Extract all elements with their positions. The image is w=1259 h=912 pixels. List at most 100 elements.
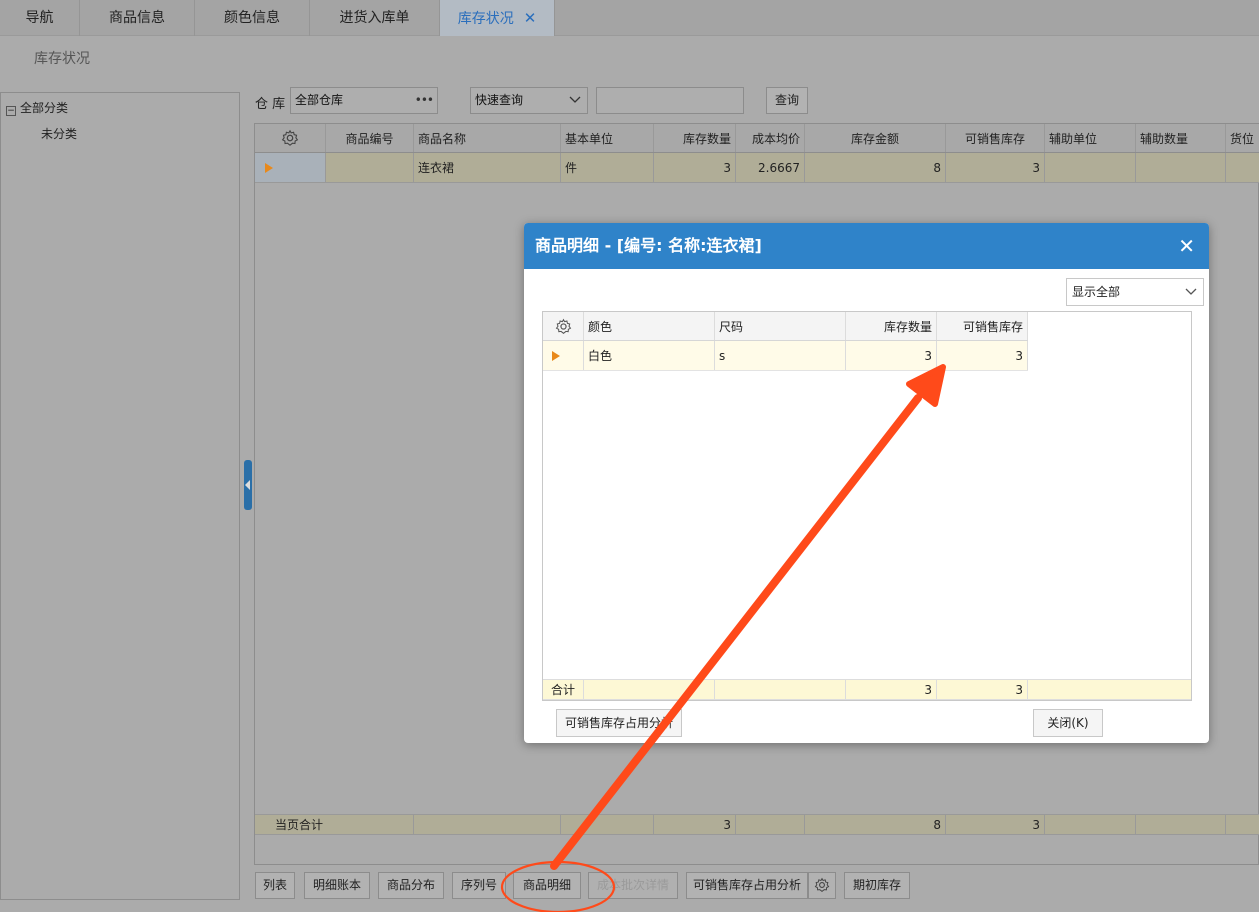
collapse-icon[interactable]: − [6,106,16,116]
footer-label: 合计 [543,680,584,699]
page-title: 库存状况 [34,51,90,67]
col-header[interactable]: 辅助单位 [1045,124,1136,152]
cell-aux-qty[interactable] [1136,153,1226,182]
detail-grid-footer: 合计 3 3 [543,679,1191,700]
distribution-button[interactable]: 商品分布 [378,872,444,899]
cell-qty[interactable]: 3 [654,153,736,182]
opening-stock-button[interactable]: 期初库存 [844,872,910,899]
tab-label: 进货入库单 [339,10,410,26]
col-header[interactable]: 可销售库存 [946,124,1045,152]
tab-bar: 导航 商品信息 颜色信息 进货入库单 库存状况 ✕ [0,0,1259,36]
footer-cell [561,815,654,834]
quick-search-value: 快速查询 [475,93,524,107]
footer-cell [715,680,846,699]
tree-node-label: 全部分类 [20,101,69,115]
display-filter-value: 显示全部 [1072,285,1121,299]
quick-search-select[interactable]: 快速查询 [470,87,588,114]
col-header[interactable]: 库存数量 [846,312,937,340]
grid-footer: 当页合计 3 8 3 [255,814,1259,835]
tab-color-info[interactable]: 颜色信息 [195,0,310,36]
close-button[interactable]: 关闭(K) [1033,709,1103,737]
serial-number-button[interactable]: 序列号 [452,872,506,899]
cell-code[interactable] [326,153,414,182]
footer-cell [1136,815,1226,834]
col-header[interactable]: 颜色 [584,312,715,340]
collapse-panel-handle[interactable] [244,460,252,510]
cell-aux-unit[interactable] [1045,153,1136,182]
footer-cell [414,815,561,834]
footer-cell [1226,815,1259,834]
detail-grid-header: 颜色 尺码 库存数量 可销售库存 [543,312,1028,341]
col-header[interactable]: 库存数量 [654,124,736,152]
display-filter-select[interactable]: 显示全部 [1066,278,1204,306]
warehouse-field[interactable]: 全部仓库 ••• [290,87,438,114]
close-icon[interactable]: ✕ [1178,223,1195,269]
col-header[interactable]: 成本均价 [736,124,805,152]
product-detail-button[interactable]: 商品明细 [513,872,581,899]
tab-label: 颜色信息 [224,10,280,26]
cell-qty[interactable]: 3 [846,341,937,370]
sellable-analysis-button[interactable]: 可销售库存占用分析 [556,709,682,737]
cell-color[interactable]: 白色 [584,341,715,370]
tab-inventory-status[interactable]: 库存状况 ✕ [440,0,555,36]
batch-detail-button[interactable]: 成本批次详情 [588,872,678,899]
list-button[interactable]: 列表 [255,872,295,899]
col-header[interactable]: 尺码 [715,312,846,340]
tree-node-uncategorized[interactable]: 未分类 [41,125,77,142]
footer-sellable: 3 [946,815,1045,834]
footer-cell [1045,815,1136,834]
gear-icon[interactable] [543,312,584,340]
tree-node-label: 未分类 [41,127,78,141]
table-row[interactable]: 连衣裙 件 3 2.6667 8 3 [255,153,1259,183]
warehouse-label: 仓 库 [255,97,286,112]
footer-label: 当页合计 [255,815,414,834]
cell-amount[interactable]: 8 [805,153,946,182]
cell-avg-cost[interactable]: 2.6667 [736,153,805,182]
col-header[interactable]: 辅助数量 [1136,124,1226,152]
quick-search-input[interactable] [596,87,744,114]
col-header[interactable]: 基本单位 [561,124,654,152]
cell-unit[interactable]: 件 [561,153,654,182]
warehouse-value: 全部仓库 [295,93,344,107]
tab-label: 导航 [25,10,54,26]
row-selected-icon [255,153,326,182]
cell-sellable[interactable]: 3 [946,153,1045,182]
footer-cell [736,815,805,834]
tab-navigation[interactable]: 导航 [0,0,80,36]
detail-grid: 颜色 尺码 库存数量 可销售库存 白色 s 3 3 合计 3 3 [542,311,1192,701]
footer-cell [584,680,715,699]
close-icon[interactable]: ✕ [524,9,537,27]
gear-icon[interactable] [808,872,836,899]
dialog-header: 商品明细 - [编号: 名称:连衣裙] ✕ [524,223,1209,269]
dialog-title: 商品明细 - [编号: 名称:连衣裙] [535,236,762,255]
cell-size[interactable]: s [715,341,846,370]
footer-qty: 3 [654,815,736,834]
footer-amount: 8 [805,815,946,834]
more-icon[interactable]: ••• [415,88,434,113]
col-header[interactable]: 商品名称 [414,124,561,152]
chevron-down-icon [569,88,581,123]
query-button[interactable]: 查询 [766,87,808,114]
category-tree: − 全部分类 未分类 [0,92,240,900]
row-selected-icon [543,341,584,370]
tree-node-all-categories[interactable]: − 全部分类 [6,99,68,116]
col-header[interactable]: 可销售库存 [937,312,1028,340]
tab-product-info[interactable]: 商品信息 [80,0,195,36]
gear-icon[interactable] [255,124,326,152]
tab-label: 库存状况 [457,11,514,27]
cell-sellable[interactable]: 3 [937,341,1028,370]
grid-header: 商品编号 商品名称 基本单位 库存数量 成本均价 库存金额 可销售库存 辅助单位… [255,124,1259,153]
col-header[interactable]: 商品编号 [326,124,414,152]
cell-name[interactable]: 连衣裙 [414,153,561,182]
footer-qty: 3 [846,680,937,699]
tab-purchase-receipt[interactable]: 进货入库单 [310,0,440,36]
footer-sellable: 3 [937,680,1028,699]
cell-location[interactable] [1226,153,1259,182]
detail-ledger-button[interactable]: 明细账本 [304,872,370,899]
sellable-analysis-button[interactable]: 可销售库存占用分析 [686,872,808,899]
col-header[interactable]: 货位 [1226,124,1259,152]
product-detail-dialog: 商品明细 - [编号: 名称:连衣裙] ✕ 显示全部 颜色 尺码 库存数量 可销… [524,223,1209,743]
tab-label: 商品信息 [109,10,165,26]
col-header[interactable]: 库存金额 [805,124,946,152]
table-row[interactable]: 白色 s 3 3 [543,341,1028,371]
